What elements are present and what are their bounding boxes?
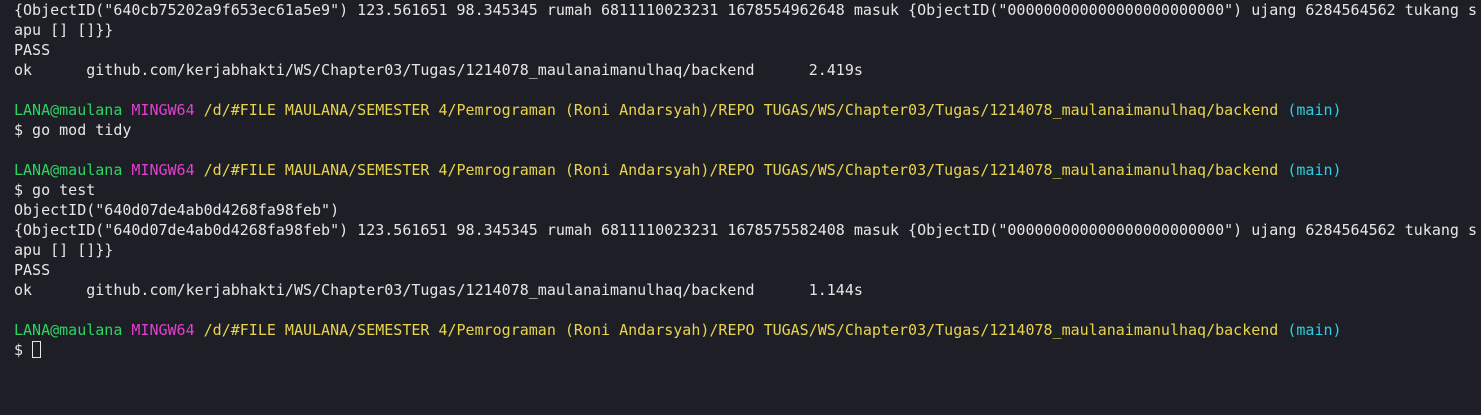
prompt-line: LANA@maulana MINGW64 /d/#FILE MAULANA/SE… bbox=[14, 320, 1481, 340]
prompt-user: LANA@maulana bbox=[14, 161, 123, 179]
prompt-branch: (main) bbox=[1287, 321, 1342, 339]
output-line: ObjectID("640d07de4ab0d4268fa98feb") bbox=[14, 201, 340, 219]
prompt-path: /d/#FILE MAULANA/SEMESTER 4/Pemrograman … bbox=[203, 321, 1279, 339]
text-cursor bbox=[32, 341, 42, 358]
command-prompt-symbol: $ bbox=[14, 341, 33, 359]
prompt-line: LANA@maulana MINGW64 /d/#FILE MAULANA/SE… bbox=[14, 160, 1481, 180]
command-input-line[interactable]: $ bbox=[14, 340, 1481, 360]
output-line: ok github.com/kerjabhakti/WS/Chapter03/T… bbox=[14, 281, 863, 299]
prompt-path: /d/#FILE MAULANA/SEMESTER 4/Pemrograman … bbox=[203, 101, 1279, 119]
output-line: PASS bbox=[14, 261, 51, 279]
command-line: $ go mod tidy bbox=[14, 121, 132, 139]
output-line: {ObjectID("640cb75202a9f653ec61a5e9") 12… bbox=[14, 1, 1477, 19]
output-line: apu [] []}} bbox=[14, 241, 114, 259]
command-line: $ go test bbox=[14, 181, 96, 199]
prompt-host: MINGW64 bbox=[131, 161, 195, 179]
prompt-branch: (main) bbox=[1287, 101, 1342, 119]
prompt-user: LANA@maulana bbox=[14, 321, 123, 339]
output-line: apu [] []}} bbox=[14, 21, 114, 39]
prompt-path: /d/#FILE MAULANA/SEMESTER 4/Pemrograman … bbox=[203, 161, 1279, 179]
prompt-line: LANA@maulana MINGW64 /d/#FILE MAULANA/SE… bbox=[14, 100, 1481, 120]
output-line: ok github.com/kerjabhakti/WS/Chapter03/T… bbox=[14, 61, 863, 79]
output-line: {ObjectID("640d07de4ab0d4268fa98feb") 12… bbox=[14, 221, 1477, 239]
output-line: PASS bbox=[14, 41, 51, 59]
terminal-window[interactable]: {ObjectID("640cb75202a9f653ec61a5e9") 12… bbox=[0, 0, 1481, 415]
prompt-user: LANA@maulana bbox=[14, 101, 123, 119]
prompt-branch: (main) bbox=[1287, 161, 1342, 179]
prompt-host: MINGW64 bbox=[131, 321, 195, 339]
prompt-host: MINGW64 bbox=[131, 101, 195, 119]
